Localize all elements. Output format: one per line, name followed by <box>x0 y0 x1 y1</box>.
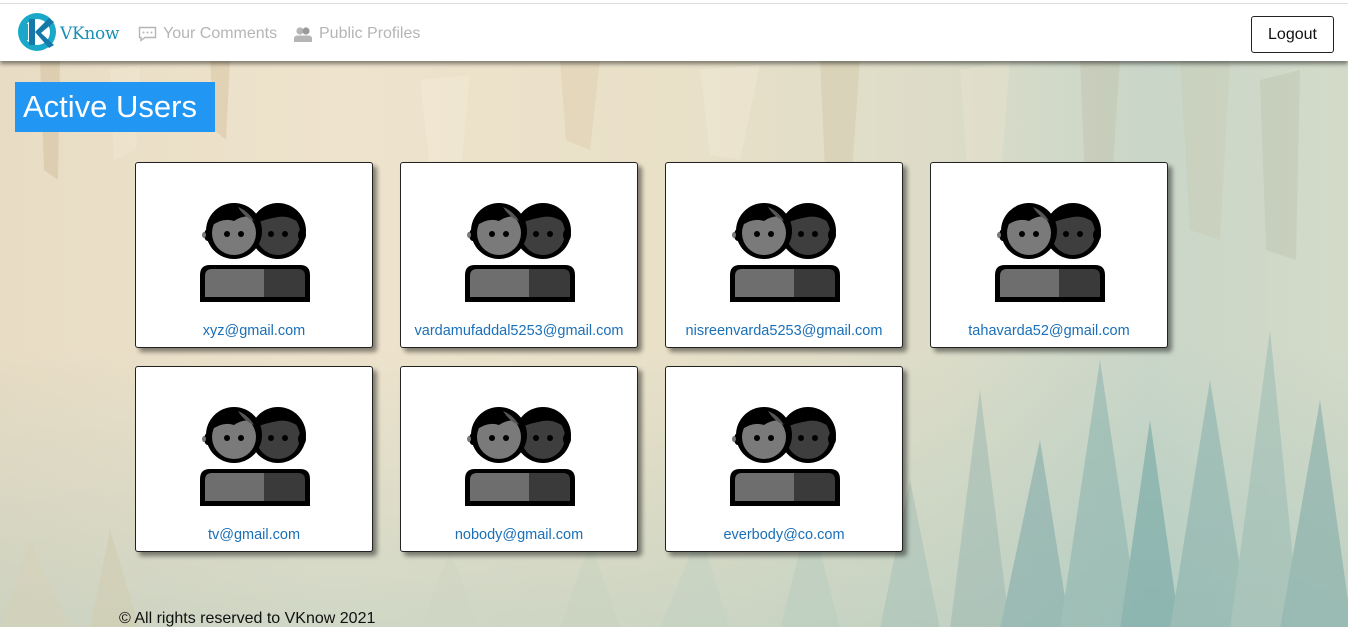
vknow-logo-icon <box>18 13 56 51</box>
people-avatar-icon <box>198 405 312 507</box>
comment-icon <box>138 26 157 42</box>
user-email-link[interactable]: nobody@gmail.com <box>401 527 637 543</box>
page-title: Active Users <box>15 82 215 132</box>
user-card[interactable]: everbody@co.com <box>665 366 903 552</box>
people-avatar-icon <box>463 201 577 303</box>
people-avatar-icon <box>463 405 577 507</box>
top-navbar: VKnow Your Comments Public Profiles Logo… <box>0 3 1348 61</box>
people-avatar-icon <box>993 201 1107 303</box>
nav-public-profiles[interactable]: Public Profiles <box>293 25 420 43</box>
brand-logo[interactable]: VKnow <box>16 12 120 52</box>
people-avatar-icon <box>728 201 842 303</box>
brand-name: VKnow <box>60 24 120 44</box>
user-card[interactable]: nobody@gmail.com <box>400 366 638 552</box>
user-email-link[interactable]: xyz@gmail.com <box>136 323 372 339</box>
user-email-link[interactable]: vardamufaddal5253@gmail.com <box>401 323 637 339</box>
people-avatar-icon <box>198 201 312 303</box>
top-edge <box>0 0 1352 3</box>
user-card[interactable]: vardamufaddal5253@gmail.com <box>400 162 638 348</box>
nav-your-comments[interactable]: Your Comments <box>138 25 277 43</box>
logout-button[interactable]: Logout <box>1251 16 1334 53</box>
right-edge <box>1348 0 1352 629</box>
nav-public-profiles-label: Public Profiles <box>319 25 421 42</box>
user-card[interactable]: tahavarda52@gmail.com <box>930 162 1168 348</box>
footer-copyright: © All rights reserved to VKnow 2021 <box>119 610 376 627</box>
users-icon <box>294 26 312 42</box>
user-card[interactable]: nisreenvarda5253@gmail.com <box>665 162 903 348</box>
user-email-link[interactable]: everbody@co.com <box>666 527 902 543</box>
user-email-link[interactable]: nisreenvarda5253@gmail.com <box>666 323 902 339</box>
nav-your-comments-label: Your Comments <box>163 25 278 42</box>
people-avatar-icon <box>728 405 842 507</box>
user-email-link[interactable]: tahavarda52@gmail.com <box>931 323 1167 339</box>
user-card[interactable]: xyz@gmail.com <box>135 162 373 348</box>
user-email-link[interactable]: tv@gmail.com <box>136 527 372 543</box>
user-card[interactable]: tv@gmail.com <box>135 366 373 552</box>
